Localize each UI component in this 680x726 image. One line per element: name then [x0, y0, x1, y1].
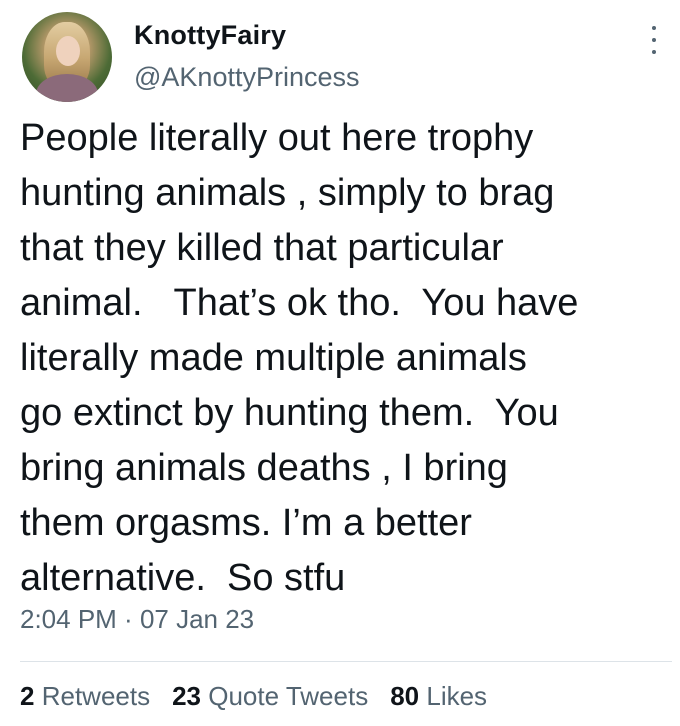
author-display-name[interactable]: KnottyFairy [134, 20, 286, 51]
avatar-face [56, 36, 80, 66]
more-dot [652, 38, 656, 42]
quote-tweets-stat[interactable]: 23 Quote Tweets [172, 681, 368, 712]
tweet-text-line: People literally out here trophy [20, 117, 534, 159]
tweet-text-line: them orgasms. I’m a better [20, 502, 472, 544]
quote-tweets-count: 23 [172, 681, 202, 711]
tweet-timestamp[interactable]: 2:04 PM · 07 Jan 23 [20, 604, 254, 635]
retweets-label: Retweets [41, 681, 151, 711]
tweet-text-line: hunting animals , simply to brag [20, 172, 555, 214]
meta-separator: · [116, 604, 140, 634]
more-options-icon[interactable] [646, 22, 662, 58]
likes-stat[interactable]: 80 Likes [390, 681, 487, 712]
avatar-shoulders [36, 74, 98, 102]
more-dot [652, 26, 656, 30]
likes-count: 80 [390, 681, 420, 711]
tweet-text-line: literally made multiple animals [20, 337, 527, 379]
tweet-text-line: alternative. So stfu [20, 557, 346, 599]
divider [20, 661, 672, 662]
tweet-date: 07 Jan 23 [139, 604, 255, 634]
tweet-text-line: animal. That’s ok tho. You have [20, 282, 579, 324]
tweet-time: 2:04 PM [20, 604, 117, 634]
tweet-text-line: that they killed that particular [20, 227, 504, 269]
retweets-stat[interactable]: 2 Retweets [20, 681, 150, 712]
avatar[interactable] [22, 12, 112, 102]
retweets-count: 2 [20, 681, 35, 711]
engagement-stats: 2 Retweets 23 Quote Tweets 80 Likes [20, 681, 509, 712]
author-handle[interactable]: @AKnottyPrincess [134, 62, 360, 93]
likes-label: Likes [426, 681, 488, 711]
quote-tweets-label: Quote Tweets [208, 681, 369, 711]
tweet-text-line: go extinct by hunting them. You [20, 392, 559, 434]
tweet-text-line: bring animals deaths , I bring [20, 447, 508, 489]
more-dot [652, 50, 656, 54]
tweet-card: KnottyFairy @AKnottyPrincess People lite… [0, 0, 680, 726]
tweet-text: People literally out here trophy hunting… [20, 111, 670, 606]
